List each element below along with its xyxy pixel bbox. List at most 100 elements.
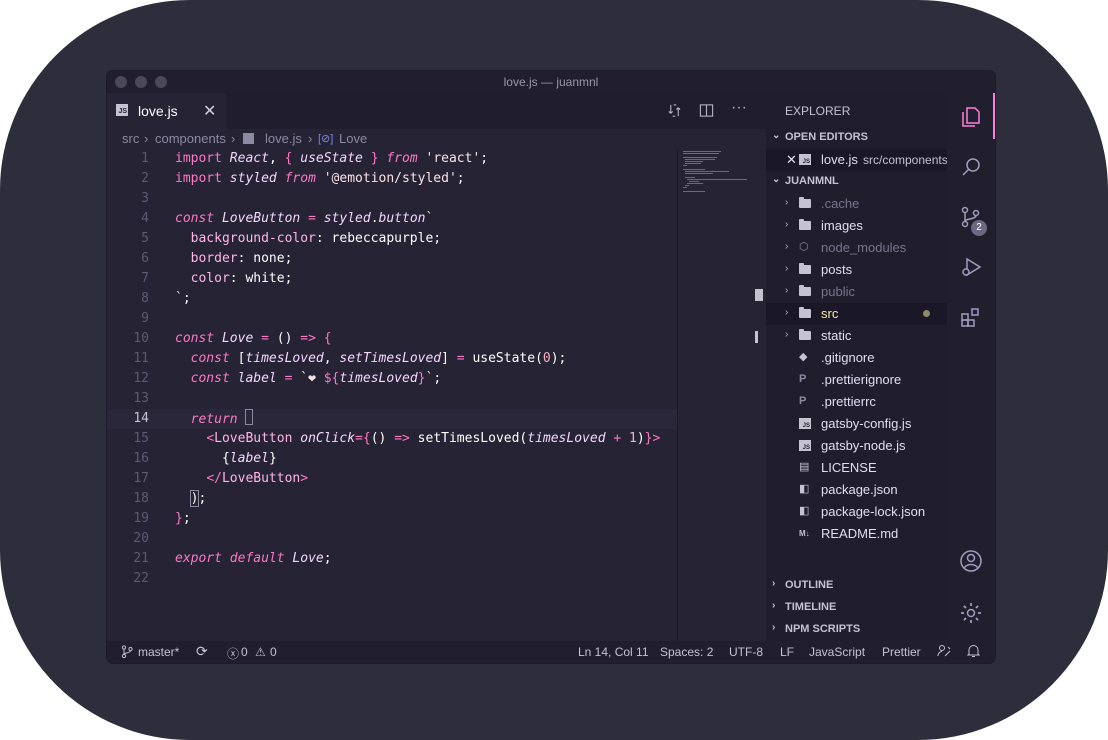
json-file-icon: ◧: [799, 505, 810, 517]
file-tree-item[interactable]: › ⬡ node_modules: [766, 237, 947, 259]
js-file-icon: JS: [799, 154, 811, 165]
accounts-activity[interactable]: [947, 537, 995, 583]
json-file-icon: ◧: [799, 483, 810, 495]
file-tree-item[interactable]: › public: [766, 281, 947, 303]
files-icon: [962, 107, 980, 127]
code-line: background-color: rebeccapurple;: [190, 231, 442, 246]
warning-count[interactable]: 0: [270, 645, 277, 659]
file-tree-item-label: .prettierrc: [821, 394, 876, 409]
section-label: NPM SCRIPTS: [785, 623, 861, 635]
section-label: TIMELINE: [785, 601, 837, 613]
modified-dot: [923, 310, 930, 317]
editor-scrollbar[interactable]: [753, 149, 766, 641]
breadcrumb-components[interactable]: components: [155, 131, 226, 146]
folder-icon: [799, 219, 811, 230]
chevron-right-icon: ›: [785, 307, 789, 318]
code-line: const Love = () => {: [175, 331, 332, 346]
encoding[interactable]: UTF-8: [729, 645, 763, 659]
split-editor-icon[interactable]: [699, 103, 714, 122]
notifications-icon[interactable]: [966, 644, 981, 661]
status-bar: master* ⟳ ⓧ 0 ⚠ 0 Ln 14, Col 11 Spaces: …: [107, 641, 995, 663]
timeline-section[interactable]: › TIMELINE: [766, 597, 947, 619]
file-tree-item-label: gatsby-node.js: [821, 438, 906, 453]
line-number: 7: [141, 271, 149, 286]
cursor-position[interactable]: Ln 14, Col 11: [578, 645, 649, 659]
source-control-activity[interactable]: 2: [947, 193, 995, 239]
symbol-icon: [⊘]: [318, 133, 334, 145]
breadcrumb-src[interactable]: src: [122, 131, 139, 146]
chevron-down-icon: ⌄: [772, 130, 781, 141]
breadcrumb-separator: ›: [144, 131, 149, 146]
breadcrumb-symbol[interactable]: Love: [339, 131, 367, 146]
file-tree-item[interactable]: ▤ LICENSE: [766, 457, 947, 479]
project-root-section[interactable]: ⌄ JUANMNL: [766, 171, 947, 193]
outline-section[interactable]: › OUTLINE: [766, 575, 947, 597]
file-tree-item[interactable]: › posts: [766, 259, 947, 281]
activity-bar: 2: [947, 93, 995, 641]
tab-label: love.js: [138, 103, 178, 119]
extensions-activity[interactable]: [947, 293, 995, 339]
error-icon[interactable]: ⓧ: [227, 645, 239, 662]
manage-activity[interactable]: [947, 589, 995, 635]
file-tree-item-label: package.json: [821, 482, 898, 497]
chevron-right-icon: ›: [785, 329, 789, 340]
more-actions-icon[interactable]: ···: [731, 99, 747, 117]
line-number: 19: [133, 511, 149, 526]
open-editor-item[interactable]: ✕ JS love.js src/components: [766, 149, 948, 171]
search-activity[interactable]: [947, 143, 995, 189]
line-number: 16: [133, 451, 149, 466]
sync-icon[interactable]: ⟳: [196, 643, 208, 660]
file-tree-item[interactable]: › .cache: [766, 193, 947, 215]
end-of-line[interactable]: LF: [780, 645, 794, 659]
explorer-activity[interactable]: [947, 93, 995, 139]
minimap[interactable]: [677, 149, 753, 641]
code-line: `;: [175, 291, 191, 306]
text-cursor: [245, 409, 254, 425]
file-tree-item[interactable]: › images: [766, 215, 947, 237]
file-tree-item[interactable]: P .prettierignore: [766, 369, 947, 391]
open-editors-section[interactable]: ⌄ OPEN EDITORS: [766, 127, 947, 149]
warning-icon[interactable]: ⚠: [255, 645, 266, 659]
file-tree-item[interactable]: › static: [766, 325, 947, 347]
file-tree-item[interactable]: ◆ .gitignore: [766, 347, 947, 369]
line-number: 14: [133, 411, 149, 426]
file-tree-item[interactable]: ◧ package-lock.json: [766, 501, 947, 523]
open-editor-name: love.js: [821, 152, 858, 167]
branch-name[interactable]: master*: [138, 645, 179, 659]
code-line: border: none;: [190, 251, 293, 266]
error-count[interactable]: 0: [241, 645, 248, 659]
npm-scripts-section[interactable]: › NPM SCRIPTS: [766, 619, 947, 641]
js-file-icon: JS: [799, 440, 811, 451]
language-mode[interactable]: JavaScript: [809, 645, 865, 659]
run-debug-activity[interactable]: [947, 243, 995, 289]
chevron-right-icon: ›: [772, 622, 776, 633]
breadcrumb-file[interactable]: love.js: [265, 131, 302, 146]
editor-window: love.js — juanmnl JS love.js ✕ ··· src ›…: [107, 71, 995, 663]
file-tree-item-label: README.md: [821, 526, 899, 541]
line-number: 3: [141, 191, 149, 206]
file-tree-item[interactable]: ◧ package.json: [766, 479, 947, 501]
chevron-down-icon: ⌄: [772, 174, 781, 185]
code-editor[interactable]: 1 import React, { useState } from 'react'…: [107, 149, 677, 586]
line-number: 20: [133, 531, 149, 546]
code-line: {label}: [221, 451, 277, 466]
line-number: 5: [141, 231, 149, 246]
file-tree-item[interactable]: › src: [766, 303, 947, 325]
file-tree-item[interactable]: P .prettierrc: [766, 391, 947, 413]
line-number: 2: [141, 171, 149, 186]
tab-love-js[interactable]: JS love.js ✕: [107, 93, 226, 129]
file-tree-item[interactable]: JS gatsby-config.js: [766, 413, 947, 435]
folder-icon: [799, 329, 811, 340]
extensions-icon: [961, 308, 979, 327]
open-changes-icon[interactable]: [667, 103, 682, 122]
feedback-icon[interactable]: [937, 644, 951, 661]
tab-close-icon[interactable]: ✕: [203, 101, 216, 121]
file-tree-item-label: static: [821, 328, 852, 343]
branch-icon: [121, 645, 133, 661]
file-tree-item[interactable]: JS gatsby-node.js: [766, 435, 947, 457]
chevron-right-icon: ›: [785, 285, 789, 296]
formatter[interactable]: Prettier: [882, 645, 921, 659]
indentation[interactable]: Spaces: 2: [660, 645, 713, 659]
file-tree-item[interactable]: M↓ README.md: [766, 523, 947, 545]
close-editor-icon[interactable]: ✕: [786, 152, 797, 168]
